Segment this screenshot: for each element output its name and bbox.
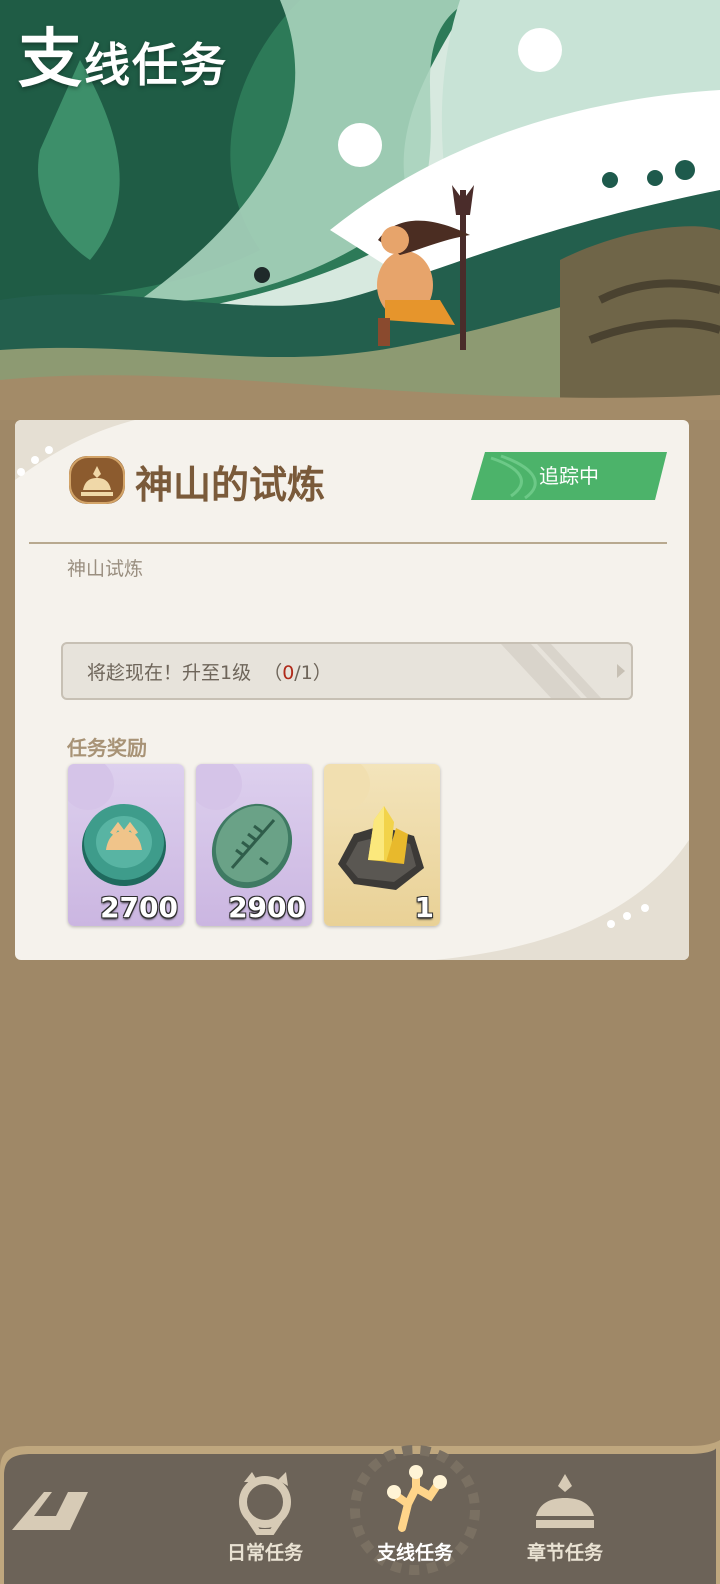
quest-title: 神山的试炼 (135, 463, 326, 507)
crown-quest-icon (69, 456, 125, 504)
objective-label: 将趁现在！升至1级 (87, 662, 252, 684)
quest-card: 神山的试炼 追踪中 神山试炼 将趁现在！升至1级 （0/1） 任务奖励 2700… (15, 420, 689, 960)
objective-stripes (501, 644, 625, 698)
reward-item[interactable]: 1 (324, 764, 440, 926)
reward-quantity: 1 (414, 891, 434, 924)
side-quest-icon (387, 1465, 447, 1532)
page-title-rest: 线任务 (84, 38, 228, 92)
tracking-button-label: 追踪中 (539, 464, 599, 488)
objective-close-paren: ） (312, 662, 332, 684)
divider (29, 542, 667, 544)
objective-total: /1 (294, 662, 313, 684)
objective-open-paren: （ (263, 662, 283, 684)
bottom-nav: 日常任务 支线任务 章节任务 (0, 1440, 720, 1584)
reward-quantity: 2700 (100, 891, 178, 924)
nav-label: 日常任务 (226, 1542, 303, 1564)
page-title-initial: 支 (18, 23, 84, 97)
tracking-button[interactable]: 追踪中 (471, 452, 667, 500)
reward-item[interactable]: 2900 (196, 764, 312, 926)
objective-text: 将趁现在！升至1级 （0/1） (87, 658, 332, 685)
nav-back-logo[interactable] (0, 1460, 130, 1580)
nav-label: 支线任务 (376, 1542, 453, 1564)
nav-chapter-quests[interactable]: 章节任务 (500, 1460, 630, 1580)
nav-side-quests[interactable]: 支线任务 (350, 1460, 480, 1580)
hero-banner: 支线任务 (0, 0, 720, 420)
reward-item[interactable]: 2700 (68, 764, 184, 926)
chapter-quest-icon (536, 1474, 594, 1528)
nav-label: 章节任务 (526, 1542, 603, 1564)
objective-current: 0 (282, 662, 295, 684)
quest-objective: 将趁现在！升至1级 （0/1） (61, 642, 633, 700)
nav-daily-quests[interactable]: 日常任务 (200, 1460, 330, 1580)
back-logo-icon (12, 1492, 88, 1530)
daily-quest-icon (239, 1472, 291, 1535)
quest-subtitle: 神山试炼 (67, 558, 144, 580)
reward-quantity: 2900 (228, 891, 306, 924)
page-title: 支线任务 (18, 8, 228, 100)
rewards-label: 任务奖励 (67, 736, 147, 760)
